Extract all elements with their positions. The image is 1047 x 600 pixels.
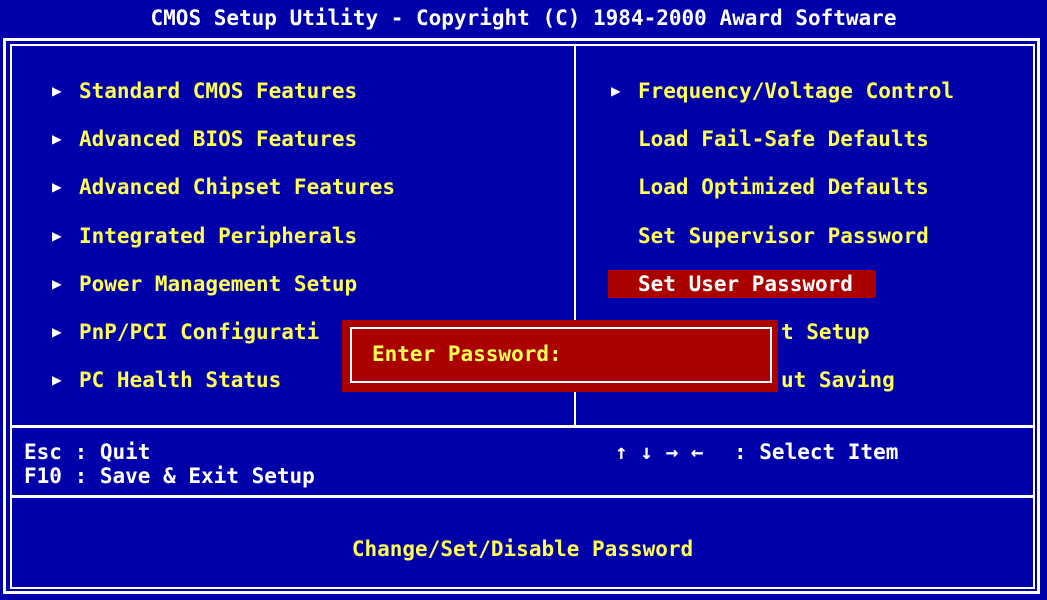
menu-item-advanced-chipset[interactable]: ▶ Advanced Chipset Features	[52, 173, 395, 201]
menu-item-save-exit-setup[interactable]: t Setup	[781, 318, 870, 346]
menu-item-exit-without-saving[interactable]: ut Saving	[781, 366, 895, 394]
submenu-arrow-icon: ▶	[52, 370, 62, 389]
menu-item-standard-cmos[interactable]: ▶ Standard CMOS Features	[52, 77, 357, 105]
menu-item-set-user-password[interactable]: Set User Password	[638, 270, 853, 298]
arrow-keys-icon: ↑ ↓ → ←	[615, 440, 704, 464]
menu-item-advanced-bios[interactable]: ▶ Advanced BIOS Features	[52, 125, 357, 153]
menu-item-load-optimized[interactable]: Load Optimized Defaults	[638, 173, 929, 201]
submenu-arrow-icon: ▶	[611, 81, 621, 100]
menu-item-integrated-peripherals[interactable]: ▶ Integrated Peripherals	[52, 222, 357, 250]
submenu-arrow-icon: ▶	[52, 274, 62, 293]
submenu-arrow-icon: ▶	[52, 177, 62, 196]
password-prompt[interactable]: Enter Password:	[372, 340, 562, 368]
help-divider	[12, 425, 1033, 428]
submenu-arrow-icon: ▶	[52, 322, 62, 341]
status-divider	[12, 495, 1033, 498]
menu-item-pc-health[interactable]: ▶ PC Health Status	[52, 366, 281, 394]
help-f10: F10 : Save & Exit Setup	[24, 464, 315, 488]
window-title: CMOS Setup Utility - Copyright (C) 1984-…	[0, 0, 1047, 36]
submenu-arrow-icon: ▶	[52, 81, 62, 100]
menu-item-pnp-pci[interactable]: ▶ PnP/PCI Configurati	[52, 318, 319, 346]
menu-item-load-fail-safe[interactable]: Load Fail-Safe Defaults	[638, 125, 929, 153]
submenu-arrow-icon: ▶	[52, 226, 62, 245]
help-select-item: : Select Item	[734, 440, 899, 464]
menu-item-frequency-voltage[interactable]: ▶ Frequency/Voltage Control	[611, 77, 954, 105]
submenu-arrow-icon: ▶	[52, 129, 62, 148]
menu-item-power-management[interactable]: ▶ Power Management Setup	[52, 270, 357, 298]
status-text: Change/Set/Disable Password	[351, 537, 694, 561]
menu-item-set-supervisor-password[interactable]: Set Supervisor Password	[638, 222, 929, 250]
help-esc: Esc : Quit	[24, 440, 151, 464]
